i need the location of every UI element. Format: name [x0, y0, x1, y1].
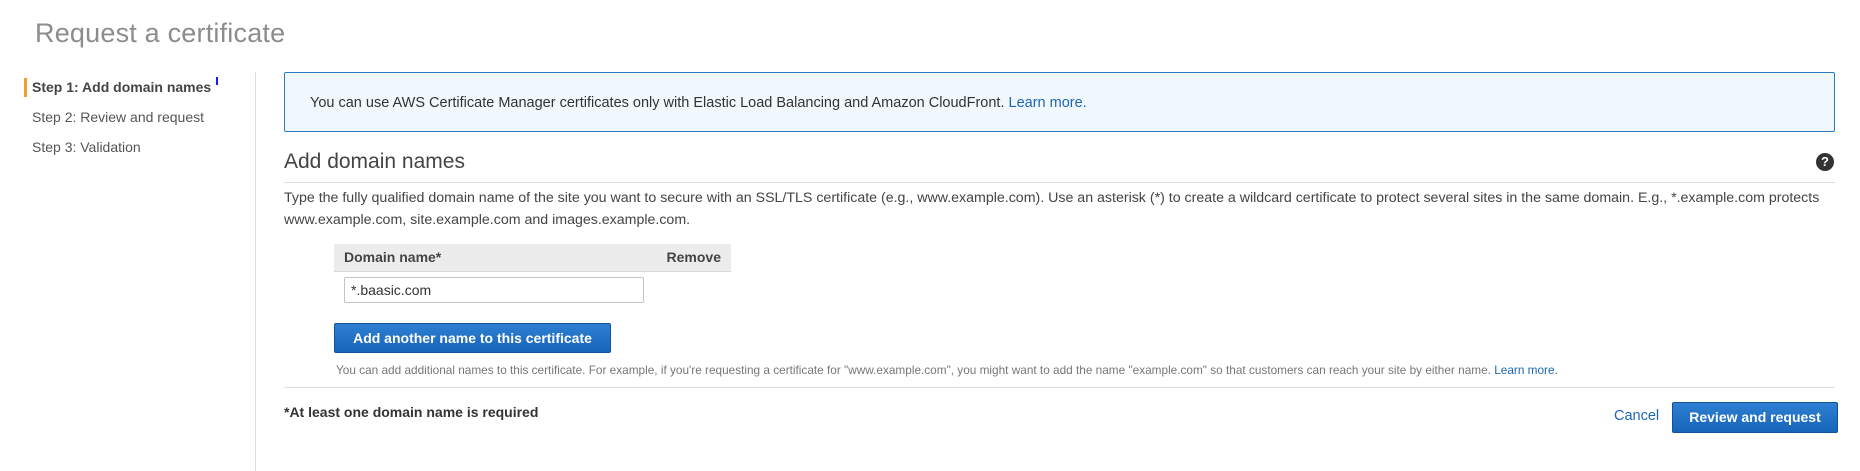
section-divider — [284, 182, 1835, 183]
required-note: *At least one domain name is required — [284, 404, 539, 420]
step-validation[interactable]: Step 3: Validation — [24, 136, 254, 166]
column-domain-name: Domain name* — [344, 249, 442, 265]
column-remove: Remove — [666, 249, 721, 265]
step-label: Step 3: Validation — [32, 139, 141, 155]
info-message: You can use AWS Certificate Manager cert… — [310, 95, 1005, 111]
hint-learn-more-link[interactable]: Learn more. — [1494, 363, 1558, 377]
step-label: Step 1: Add domain names — [32, 79, 212, 95]
request-certificate-page: Request a certificate Step 1: Add domain… — [0, 0, 1860, 471]
info-box: You can use AWS Certificate Manager cert… — [284, 72, 1835, 132]
info-learn-more-link[interactable]: Learn more. — [1009, 95, 1087, 111]
step-label: Step 2: Review and request — [32, 109, 204, 125]
page-title: Request a certificate — [35, 18, 286, 48]
cancel-link[interactable]: Cancel — [1614, 408, 1659, 424]
add-another-name-button[interactable]: Add another name to this certificate — [334, 323, 611, 353]
domain-table-header: Domain name* Remove — [334, 244, 731, 272]
nav-divider — [255, 72, 256, 471]
footer-divider — [284, 387, 1835, 388]
review-and-request-button[interactable]: Review and request — [1672, 402, 1838, 433]
section-description: Type the fully qualified domain name of … — [284, 190, 1820, 228]
active-step-marker — [216, 77, 218, 85]
section-title: Add domain names — [284, 150, 465, 173]
domain-name-input[interactable] — [344, 277, 644, 303]
step-add-domain-names[interactable]: Step 1: Add domain names — [24, 76, 254, 106]
step-review-and-request[interactable]: Step 2: Review and request — [24, 106, 254, 136]
hint-text: You can add additional names to this cer… — [336, 363, 1491, 377]
info-text: You can use AWS Certificate Manager cert… — [310, 95, 1087, 111]
step-nav: Step 1: Add domain names Step 2: Review … — [24, 76, 254, 166]
help-icon[interactable]: ? — [1816, 153, 1834, 171]
additional-names-hint: You can add additional names to this cer… — [336, 363, 1558, 377]
